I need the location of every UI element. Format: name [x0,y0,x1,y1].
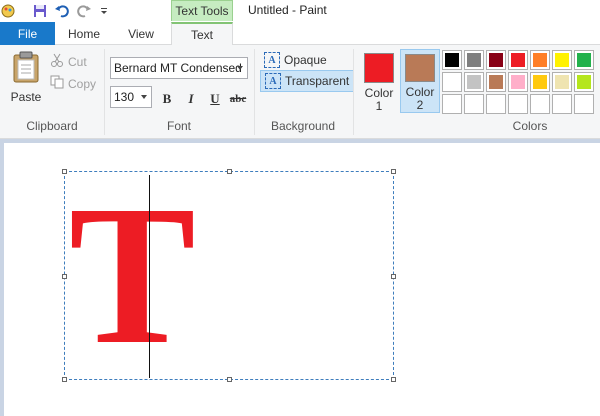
palette-swatch[interactable] [530,94,550,114]
underline-button[interactable]: U [204,88,226,110]
palette-swatch[interactable] [464,72,484,92]
font-family-value: Bernard MT Condensed [114,61,242,75]
ribbon-separator [353,49,354,135]
resize-handle-bottom[interactable] [227,377,232,382]
transparent-icon: A [265,73,281,89]
palette-swatch[interactable] [442,94,462,114]
paste-button[interactable]: Paste [8,51,44,104]
opaque-icon: A [264,52,280,68]
chevron-down-icon [141,95,147,99]
resize-handle-top[interactable] [227,169,232,174]
canvas-text[interactable]: T [69,176,196,376]
tab-view[interactable]: View [113,22,169,45]
color-2-swatch [405,54,435,82]
color-1-swatch [364,53,394,83]
resize-handle-bottom-left[interactable] [62,377,67,382]
font-family-select[interactable]: Bernard MT Condensed [110,57,248,79]
palette-swatch-fill [555,75,569,89]
palette-swatch-fill [555,53,569,67]
background-group-label: Background [270,119,336,133]
tab-file[interactable]: File [0,22,55,45]
color-1-button[interactable]: Color 1 [359,49,399,113]
transparent-label: Transparent [285,74,350,88]
palette-swatch[interactable] [508,94,528,114]
color-2-button[interactable]: Color 2 [400,49,440,113]
chevron-down-icon [237,66,243,70]
palette-swatch[interactable] [486,94,506,114]
palette-swatch[interactable] [508,50,528,70]
palette-swatch[interactable] [442,72,462,92]
opaque-label: Opaque [284,53,327,67]
copy-button[interactable]: Copy [50,75,96,92]
font-size-select[interactable]: 130 [110,86,152,108]
resize-handle-top-left[interactable] [62,169,67,174]
palette-swatch-fill [511,75,525,89]
palette-swatch[interactable] [530,50,550,70]
bold-button[interactable]: B [156,88,178,110]
palette-swatch-fill [577,53,591,67]
palette-swatch-fill [511,53,525,67]
paste-label: Paste [10,90,42,104]
paint-app-icon[interactable] [0,3,16,19]
resize-handle-bottom-right[interactable] [391,377,396,382]
palette-swatch-fill [445,75,459,89]
palette-swatch-fill [533,75,547,89]
tab-text[interactable]: Text [171,22,233,46]
palette-swatch-fill [445,53,459,67]
palette-swatch[interactable] [530,72,550,92]
palette-swatch-fill [577,75,591,89]
copy-icon [50,75,64,92]
scissors-icon [50,53,64,70]
cut-button[interactable]: Cut [50,53,87,70]
resize-handle-left[interactable] [62,274,67,279]
palette-swatch[interactable] [508,72,528,92]
italic-button[interactable]: I [180,88,202,110]
opaque-option[interactable]: A Opaque [260,49,331,71]
palette-swatch[interactable] [552,50,572,70]
palette-swatch[interactable] [574,94,594,114]
text-caret [149,175,150,378]
color-2-number: 2 [416,98,424,112]
palette-swatch-fill [467,53,481,67]
color-1-number: 1 [375,99,383,113]
clipboard-group-label: Clipboard [26,119,78,133]
palette-swatch-fill [467,75,481,89]
palette-swatch[interactable] [486,72,506,92]
text-box[interactable]: T [62,169,396,382]
drawing-canvas[interactable]: T [4,143,600,416]
redo-icon[interactable] [76,3,92,19]
canvas-workspace: T [0,139,600,416]
tab-home[interactable]: Home [56,22,112,45]
palette-swatch[interactable] [464,50,484,70]
strikethrough-button[interactable]: abc [226,88,250,110]
palette-swatch-fill [533,53,547,67]
title-bar: Text Tools Untitled - Paint [0,0,600,22]
palette-swatch[interactable] [574,50,594,70]
palette-swatch[interactable] [552,72,572,92]
resize-handle-top-right[interactable] [391,169,396,174]
window-title: Untitled - Paint [248,3,327,17]
font-group-label: Font [166,119,191,133]
save-icon[interactable] [32,3,48,19]
clipboard-icon [11,51,41,86]
palette-swatch[interactable] [442,50,462,70]
ribbon-tab-row: File Home View Text [0,22,600,46]
colors-group-label: Colors [512,119,548,133]
palette-swatch-fill [489,75,503,89]
transparent-option[interactable]: A Transparent [260,70,355,92]
palette-swatch[interactable] [464,94,484,114]
palette-swatch[interactable] [552,94,572,114]
copy-label: Copy [68,76,97,91]
palette-swatch[interactable] [574,72,594,92]
cut-label: Cut [68,54,87,69]
text-tools-context-label: Text Tools [171,0,233,21]
palette-swatch-fill [489,53,503,67]
ribbon: Paste Cut Copy Clipboard Bernard MT Cond… [0,45,600,139]
palette-swatch[interactable] [486,50,506,70]
customize-qat-icon[interactable] [96,3,112,19]
resize-handle-right[interactable] [391,274,396,279]
font-size-value: 130 [114,90,135,104]
undo-icon[interactable] [54,3,70,19]
